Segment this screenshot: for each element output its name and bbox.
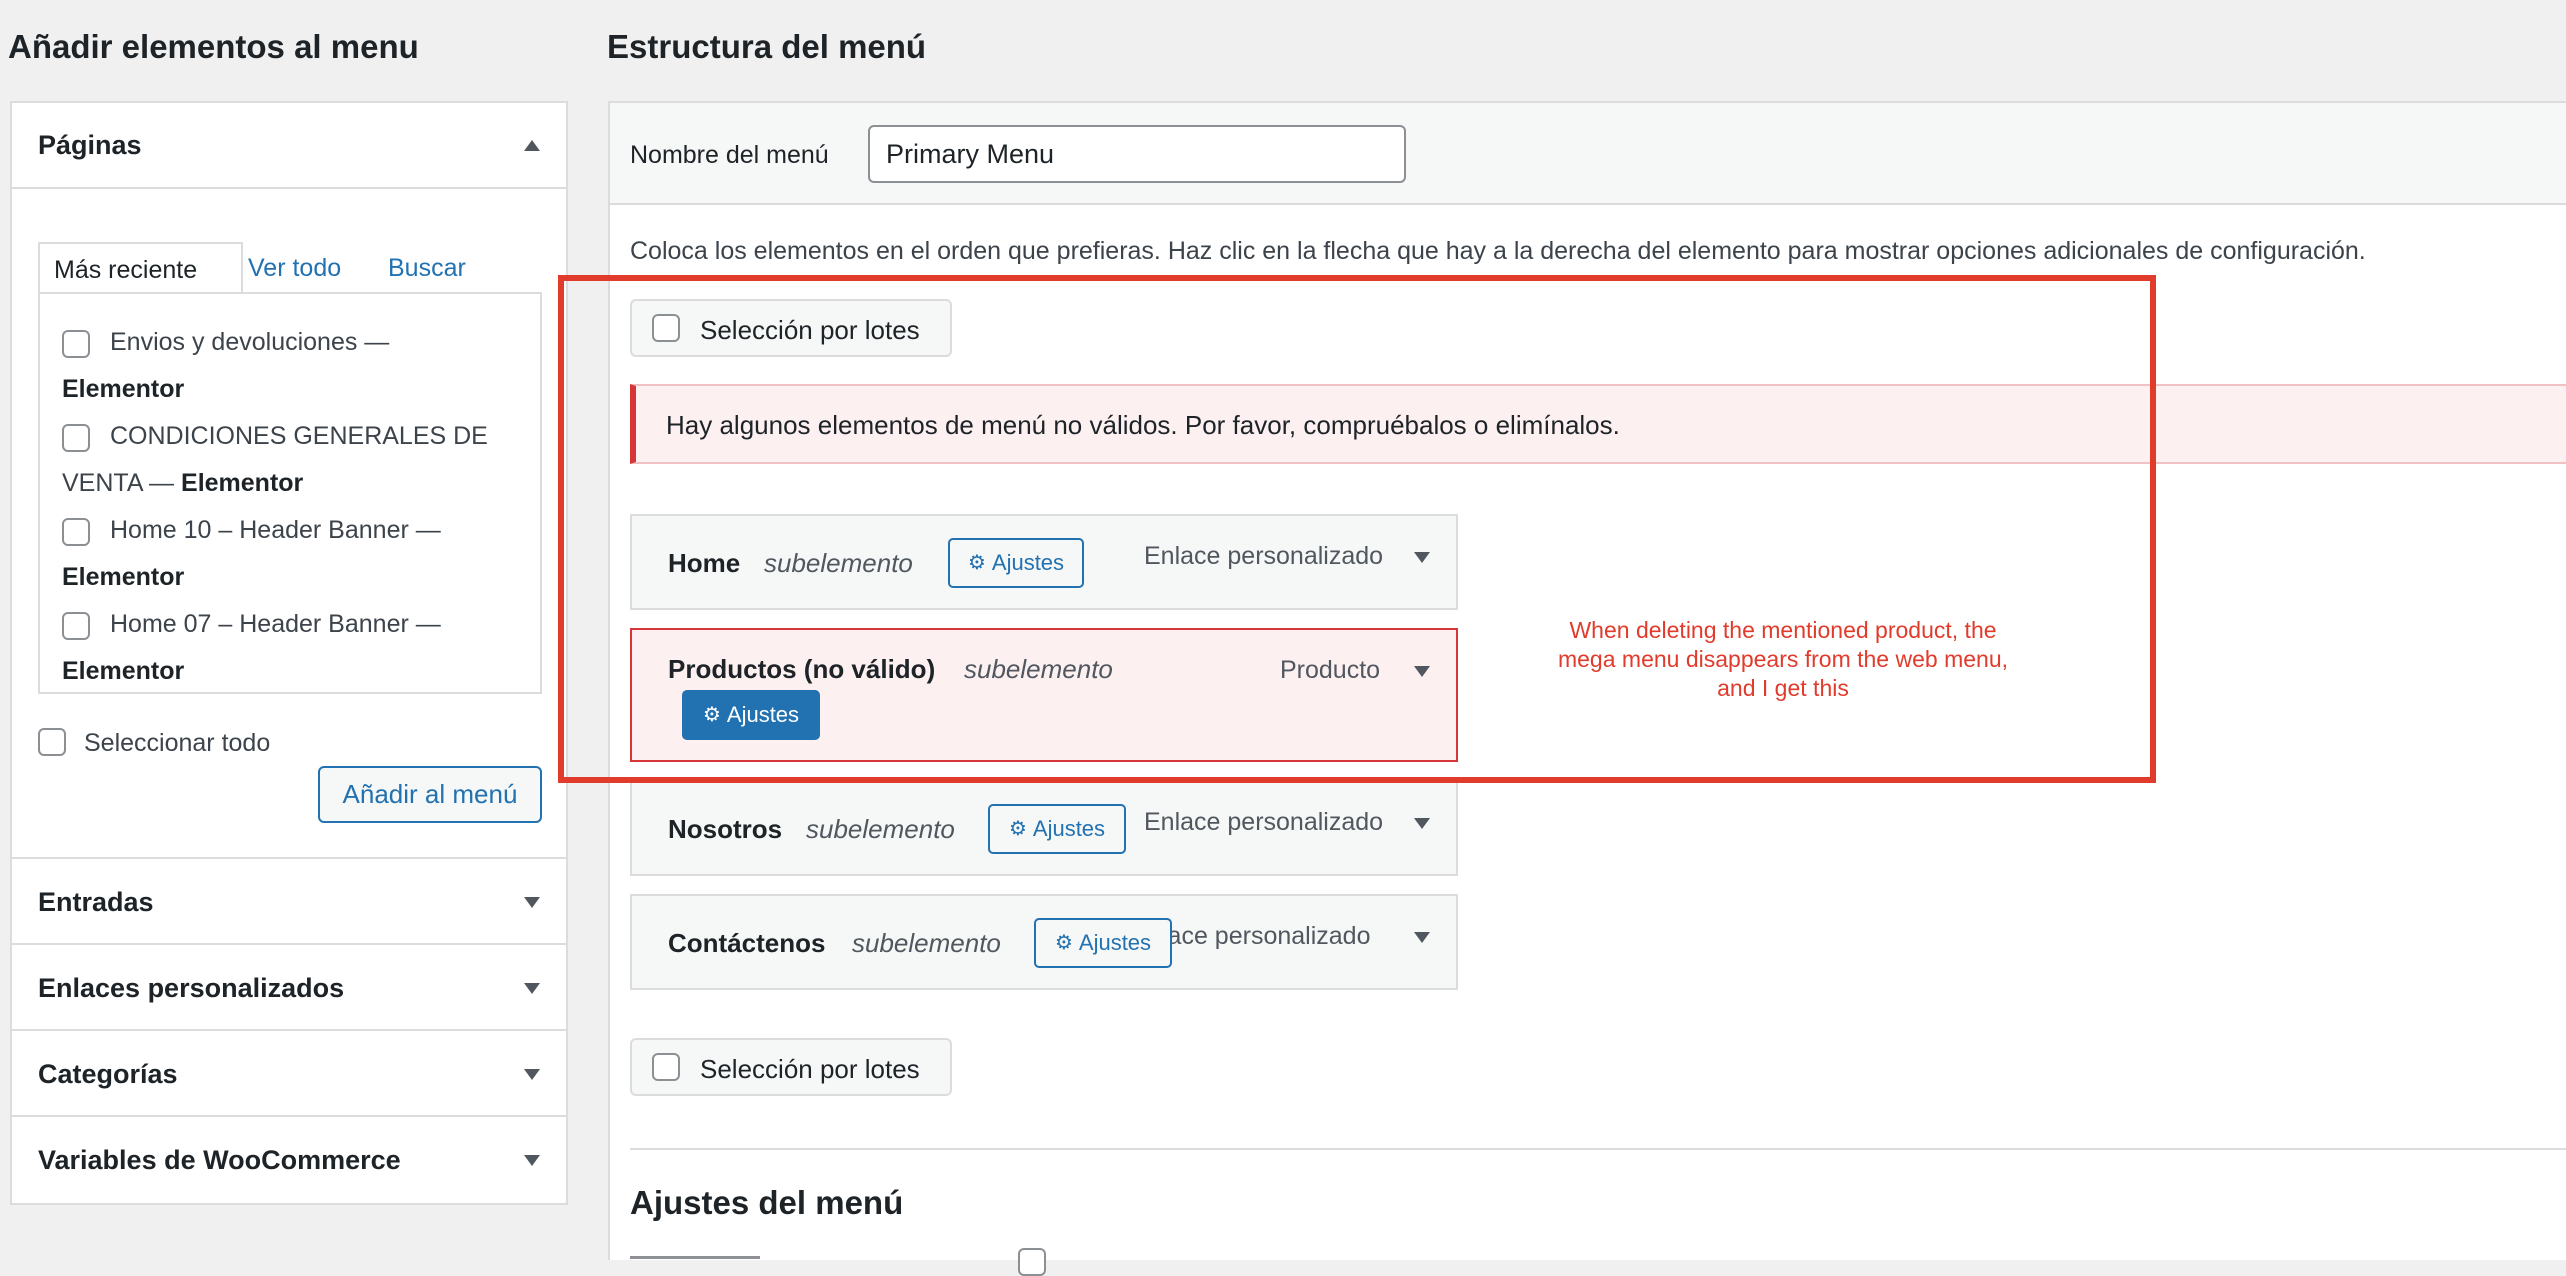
menu-item-sub: subelemento [764, 548, 913, 578]
instructions-text: Coloca los elementos en el orden que pre… [630, 237, 2366, 265]
batch-select-checkbox[interactable] [652, 314, 680, 342]
pages-section: Páginas Más reciente Ver todo Buscar Env… [10, 101, 568, 859]
menu-item-title: Nosotros [668, 814, 783, 844]
expand-arrow-icon[interactable] [524, 983, 540, 994]
menu-item-home[interactable]: Home subelemento ⚙ Ajustes Enlace persona… [630, 514, 1458, 610]
page-checkbox[interactable] [62, 330, 90, 358]
gear-icon: ⚙ [1054, 932, 1073, 954]
gear-icon: ⚙ [702, 704, 721, 726]
page-checkbox[interactable] [62, 424, 90, 452]
menu-item-sub: subelemento [852, 928, 1001, 958]
section-categories[interactable]: Categorías [10, 1029, 568, 1117]
annotation-text: When deleting the mentioned product, the… [1500, 616, 2066, 703]
tab-search[interactable]: Buscar [388, 254, 466, 283]
expand-arrow-icon[interactable] [524, 897, 540, 908]
item-expand-arrow-icon[interactable] [1414, 552, 1430, 563]
section-woocommerce-vars-label: Variables de WooCommerce [38, 1145, 401, 1175]
tab-view-all[interactable]: Ver todo [248, 254, 341, 283]
select-all-label: Seleccionar todo [84, 729, 271, 757]
section-categories-label: Categorías [38, 1059, 178, 1089]
select-all-checkbox[interactable] [38, 728, 66, 756]
menu-item-contactenos[interactable]: lace personalizado Contáctenos subelemen… [630, 894, 1458, 990]
error-notice: Hay algunos elementos de menú no válidos… [630, 384, 2566, 464]
page-checkbox[interactable] [62, 612, 90, 640]
auto-add-pages-checkbox[interactable] [1018, 1248, 1046, 1276]
section-entradas[interactable]: Entradas [10, 857, 568, 945]
menu-item-title: Contáctenos [668, 928, 826, 958]
pages-section-header[interactable]: Páginas [12, 103, 566, 189]
tab-most-recent[interactable]: Más reciente [38, 242, 243, 294]
menu-item-type: lace personalizado [1162, 922, 1371, 950]
list-item: Home 07 – Header Banner — [110, 610, 441, 638]
gear-icon: ⚙ [1008, 818, 1027, 840]
menu-item-title: Productos (no válido) [668, 654, 936, 684]
annotation-line: When deleting the mentioned product, the [1569, 617, 1997, 643]
add-to-menu-button[interactable]: Añadir al menú [318, 766, 542, 823]
cut-off-label [630, 1248, 770, 1268]
menu-name-label: Nombre del menú [630, 141, 829, 169]
menu-item-type: Enlace personalizado [1144, 808, 1384, 836]
add-items-title: Añadir elementos al menu [8, 28, 419, 65]
menu-settings-title: Ajustes del menú [630, 1184, 904, 1221]
batch-select-label: Selección por lotes [700, 1054, 920, 1084]
section-custom-links-label: Enlaces personalizados [38, 973, 345, 1003]
section-entradas-label: Entradas [38, 887, 154, 917]
error-notice-text: Hay algunos elementos de menú no válidos… [666, 410, 1620, 440]
menu-item-sub: subelemento [964, 654, 1113, 684]
gear-icon: ⚙ [967, 552, 986, 574]
menu-structure-title: Estructura del menú [607, 28, 927, 65]
expand-arrow-icon[interactable] [524, 1069, 540, 1080]
menu-name-input[interactable] [868, 125, 1406, 183]
menu-item-sub: subelemento [806, 814, 955, 844]
expand-arrow-icon[interactable] [524, 1155, 540, 1166]
menu-item-type: Enlace personalizado [1144, 542, 1384, 570]
settings-button[interactable]: ⚙ Ajustes [948, 538, 1084, 588]
batch-select-label: Selección por lotes [700, 315, 920, 345]
item-expand-arrow-icon[interactable] [1414, 818, 1430, 829]
item-expand-arrow-icon[interactable] [1414, 666, 1430, 677]
menu-item-productos-invalid[interactable]: Productos (no válido) subelemento Produc… [630, 628, 1458, 762]
settings-button[interactable]: ⚙ Ajustes [988, 804, 1126, 854]
list-item: CONDICIONES GENERALES DE [110, 422, 488, 450]
list-item-suffix: Elementor [62, 563, 185, 591]
tab-most-recent-label: Más reciente [54, 256, 198, 284]
list-item-suffix: Elementor [62, 375, 185, 403]
pages-header-label: Páginas [38, 130, 142, 160]
settings-button[interactable]: ⚙ Ajustes [682, 690, 820, 740]
collapse-arrow-icon[interactable] [524, 140, 540, 151]
section-custom-links[interactable]: Enlaces personalizados [10, 943, 568, 1031]
annotation-line: and I get this [1717, 675, 1849, 701]
batch-select-button-bottom[interactable]: Selección por lotes [630, 1038, 952, 1096]
list-item: Envios y devoluciones — [110, 328, 390, 356]
list-item-suffix: Elementor [62, 657, 185, 685]
list-item: Home 10 – Header Banner — [110, 516, 441, 544]
pages-list[interactable]: Envios y devoluciones — Elementor CONDIC… [38, 292, 542, 694]
batch-select-button[interactable]: Selección por lotes [630, 299, 952, 357]
menu-item-nosotros[interactable]: Nosotros subelemento ⚙ Ajustes Enlace per… [630, 780, 1458, 876]
batch-select-checkbox[interactable] [652, 1053, 680, 1081]
page-checkbox[interactable] [62, 518, 90, 546]
section-woocommerce-vars[interactable]: Variables de WooCommerce [10, 1115, 568, 1205]
menu-item-title: Home [668, 548, 741, 578]
list-item-suffix: VENTA — Elementor [62, 469, 304, 497]
divider [630, 1148, 2566, 1150]
settings-button[interactable]: ⚙ Ajustes [1034, 918, 1172, 968]
annotation-line: mega menu disappears from the web menu, [1557, 646, 2009, 672]
menu-item-type: Producto [1280, 656, 1381, 684]
item-expand-arrow-icon[interactable] [1414, 932, 1430, 943]
